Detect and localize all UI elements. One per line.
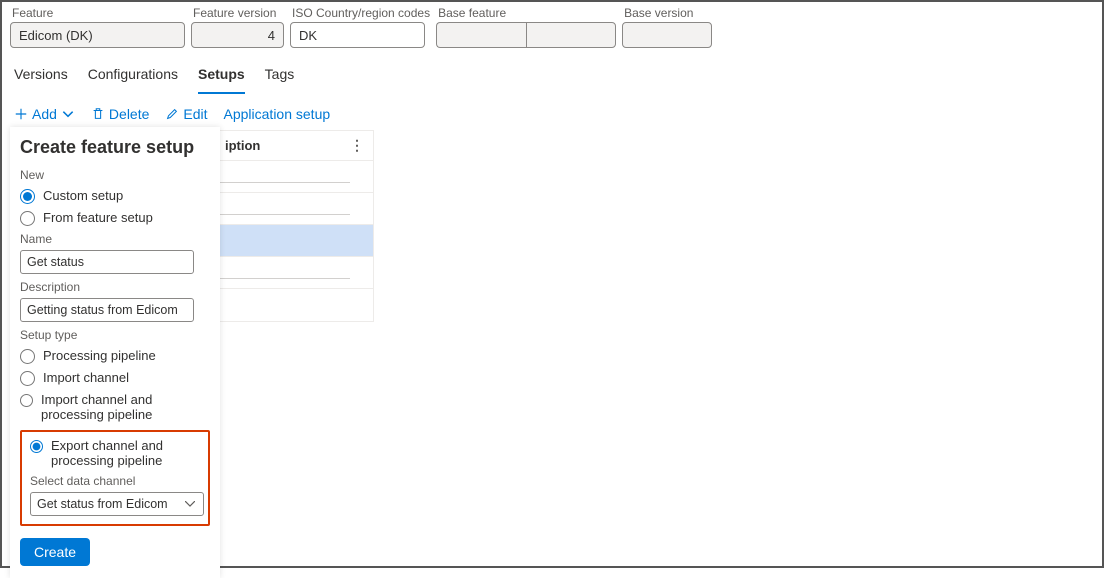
delete-label: Delete bbox=[109, 106, 149, 122]
tab-configurations[interactable]: Configurations bbox=[88, 62, 178, 94]
base-version-label: Base version bbox=[622, 6, 712, 20]
feature-input[interactable] bbox=[10, 22, 185, 48]
tab-setups[interactable]: Setups bbox=[198, 62, 245, 94]
setup-type-label: Setup type bbox=[20, 328, 210, 342]
radio-import-channel[interactable]: Import channel bbox=[20, 370, 210, 386]
create-button[interactable]: Create bbox=[20, 538, 90, 566]
header-fields: Feature Feature version ISO Country/regi… bbox=[2, 2, 1102, 56]
tab-bar: Versions Configurations Setups Tags bbox=[2, 56, 1102, 94]
radio-export-pipeline[interactable]: Export channel and processing pipeline bbox=[30, 438, 200, 468]
radio-from-feature-setup-label: From feature setup bbox=[43, 210, 153, 225]
tab-tags[interactable]: Tags bbox=[265, 62, 295, 94]
application-setup-button[interactable]: Application setup bbox=[224, 106, 331, 122]
radio-import-pipeline-label: Import channel and processing pipeline bbox=[41, 392, 210, 422]
iso-input[interactable] bbox=[290, 22, 425, 48]
feature-version-input[interactable] bbox=[191, 22, 284, 48]
name-input[interactable] bbox=[20, 250, 194, 274]
col-menu-icon[interactable]: ⋮ bbox=[350, 137, 363, 154]
select-data-channel-label: Select data channel bbox=[30, 474, 200, 488]
new-label: New bbox=[20, 168, 210, 182]
feature-label: Feature bbox=[10, 6, 185, 20]
base-feature-input-2[interactable] bbox=[526, 22, 616, 48]
description-input[interactable] bbox=[20, 298, 194, 322]
delete-button[interactable]: Delete bbox=[91, 106, 149, 122]
trash-icon bbox=[91, 107, 105, 121]
radio-import-pipeline[interactable]: Import channel and processing pipeline bbox=[20, 392, 210, 422]
radio-import-channel-input[interactable] bbox=[20, 371, 35, 386]
radio-from-feature-setup-input[interactable] bbox=[20, 211, 35, 226]
radio-custom-setup-input[interactable] bbox=[20, 189, 35, 204]
radio-import-channel-label: Import channel bbox=[43, 370, 129, 385]
plus-icon bbox=[14, 107, 28, 121]
chevron-down-icon bbox=[61, 107, 75, 121]
radio-from-feature-setup[interactable]: From feature setup bbox=[20, 210, 210, 226]
radio-custom-setup-label: Custom setup bbox=[43, 188, 123, 203]
radio-custom-setup[interactable]: Custom setup bbox=[20, 188, 210, 204]
radio-import-pipeline-input[interactable] bbox=[20, 393, 33, 408]
name-label: Name bbox=[20, 232, 210, 246]
base-feature-label: Base feature bbox=[436, 6, 616, 20]
edit-button[interactable]: Edit bbox=[165, 106, 207, 122]
base-feature-input-1[interactable] bbox=[436, 22, 526, 48]
panel-title: Create feature setup bbox=[20, 137, 210, 158]
radio-export-pipeline-input[interactable] bbox=[30, 439, 43, 454]
radio-processing-pipeline-input[interactable] bbox=[20, 349, 35, 364]
feature-version-label: Feature version bbox=[191, 6, 284, 20]
pencil-icon bbox=[165, 107, 179, 121]
radio-processing-pipeline-label: Processing pipeline bbox=[43, 348, 156, 363]
radio-processing-pipeline[interactable]: Processing pipeline bbox=[20, 348, 210, 364]
application-setup-label: Application setup bbox=[224, 106, 331, 122]
tab-versions[interactable]: Versions bbox=[14, 62, 68, 94]
create-feature-setup-panel: Create feature setup New Custom setup Fr… bbox=[10, 127, 220, 578]
base-version-input[interactable] bbox=[622, 22, 712, 48]
add-button[interactable]: Add bbox=[14, 106, 75, 122]
iso-label: ISO Country/region codes bbox=[290, 6, 430, 20]
data-channel-select[interactable]: Get status from Edicom bbox=[30, 492, 204, 516]
edit-label: Edit bbox=[183, 106, 207, 122]
description-label: Description bbox=[20, 280, 210, 294]
add-label: Add bbox=[32, 106, 57, 122]
highlight-box: Export channel and processing pipeline S… bbox=[20, 430, 210, 526]
radio-export-pipeline-label: Export channel and processing pipeline bbox=[51, 438, 200, 468]
toolbar: Add Delete Edit Application setup bbox=[2, 94, 1102, 126]
